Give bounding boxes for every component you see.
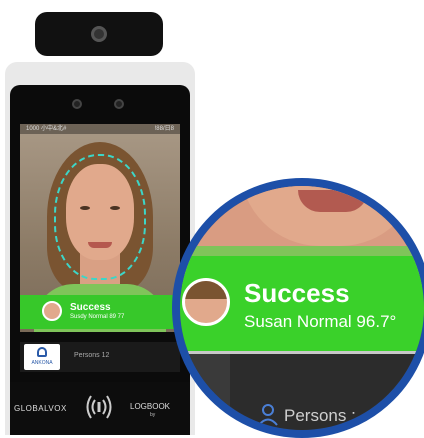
ankona-logo-text: ANKONA <box>31 360 53 366</box>
zoomed-success-label: Success <box>244 278 350 308</box>
face-detection-outline <box>54 154 146 280</box>
ankona-logo-icon <box>37 347 47 357</box>
logbook-logo: LOGBOOK <box>130 402 171 411</box>
logbook-logo-sub: by <box>150 412 156 418</box>
avatar <box>182 278 230 326</box>
zoomed-result-panel: Success Susan Normal 96.7° <box>180 256 424 351</box>
light-sensor-icon <box>114 99 124 109</box>
zoomed-match-name-score: Susan Normal 96.7° <box>244 312 397 331</box>
person-icon <box>258 404 278 426</box>
camera-lens-icon <box>91 26 107 42</box>
card-reader-panel: GLOBALVOX LOGBOOK by <box>10 382 190 435</box>
zoom-magnifier: Success Susan Normal 96.7° Persons : <box>172 178 424 438</box>
status-bar: 1000 小中&北# !88/日8 <box>20 124 180 134</box>
zoomed-persons-count: Persons : <box>284 406 356 425</box>
match-name-score: Susdy Normal 89 77 <box>70 314 125 320</box>
ankona-logo: ANKONA <box>24 344 60 370</box>
status-left-text: 1000 小中&北# <box>26 126 67 132</box>
ir-sensor-icon <box>72 99 82 109</box>
globalvox-logo: GLOBALVOX <box>14 404 67 413</box>
recognition-result-panel: Success Susdy Normal 89 77 <box>20 295 180 329</box>
nfc-icon <box>86 395 112 419</box>
info-row: ANKONA Persons 12 <box>20 342 180 372</box>
persons-count: Persons 12 <box>74 352 110 359</box>
avatar <box>42 301 62 321</box>
success-label: Success <box>70 302 111 313</box>
camera-module <box>35 12 163 56</box>
status-right-text: !88/日8 <box>154 126 174 132</box>
lips <box>298 190 368 212</box>
